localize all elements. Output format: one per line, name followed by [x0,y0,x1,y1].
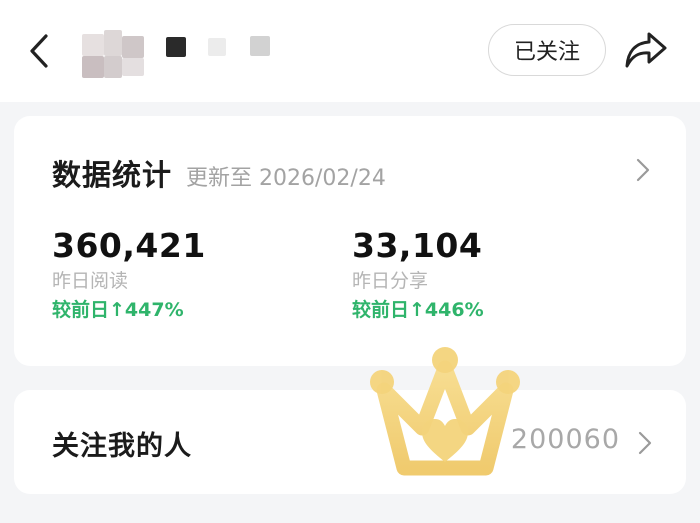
metric-yesterday-reads: 360,421 昨日阅读 较前日↑447% [52,226,206,324]
blurred-account-name [82,20,282,80]
followers-row[interactable]: 关注我的人 200060 [14,390,686,494]
stats-updated-date: 更新至 2026/02/24 [186,166,386,191]
metric-delta: 较前日↑447% [52,299,184,321]
metric-delta: 较前日↑446% [352,299,484,321]
data-statistics-card: 数据统计 更新至 2026/02/24 360,421 昨日阅读 较前日↑447… [14,116,686,366]
chevron-left-icon [30,34,48,68]
metric-label: 昨日阅读 [52,270,129,292]
crown-sticker-icon [370,347,520,476]
metric-value: 33,104 [352,226,483,265]
share-button[interactable] [622,28,670,72]
followers-label: 关注我的人 [52,431,192,462]
metric-label: 昨日分享 [352,270,429,292]
metric-value: 360,421 [52,226,206,265]
stats-title: 数据统计 [52,158,173,192]
top-bar: 已关注 [0,0,700,102]
metric-yesterday-shares: 33,104 昨日分享 较前日↑446% [352,226,484,324]
chevron-right-icon[interactable] [636,158,650,182]
share-arrow-icon [625,32,667,68]
stats-header[interactable]: 数据统计 更新至 2026/02/24 [52,152,386,192]
back-button[interactable] [22,30,58,72]
following-button[interactable]: 已关注 [488,24,606,76]
chevron-right-icon [638,431,652,455]
